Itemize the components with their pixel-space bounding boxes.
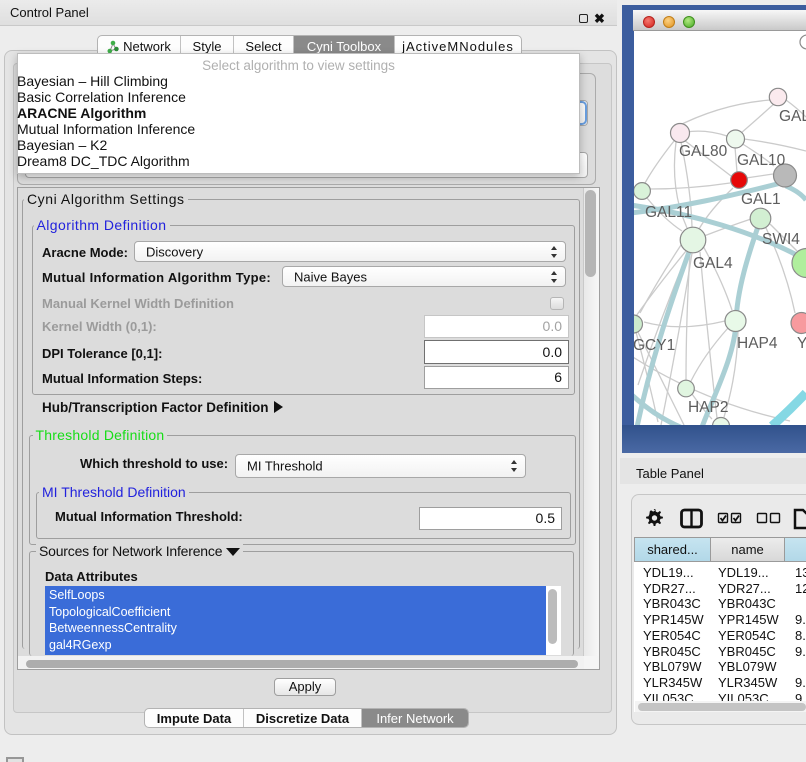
svg-text:HAP4: HAP4 bbox=[737, 335, 778, 352]
svg-text:GCY1: GCY1 bbox=[634, 337, 675, 354]
svg-text:HAP2: HAP2 bbox=[688, 399, 729, 416]
svg-text:GAL10: GAL10 bbox=[737, 152, 786, 169]
svg-text:GAL80: GAL80 bbox=[679, 143, 728, 160]
svg-text:YE: YE bbox=[797, 335, 806, 352]
svg-text:SWI4: SWI4 bbox=[762, 231, 800, 248]
svg-text:GAL11: GAL11 bbox=[645, 204, 692, 221]
svg-text:GAL4: GAL4 bbox=[693, 255, 733, 272]
svg-text:GAL: GAL bbox=[779, 108, 806, 125]
svg-text:GAL1: GAL1 bbox=[741, 191, 781, 208]
